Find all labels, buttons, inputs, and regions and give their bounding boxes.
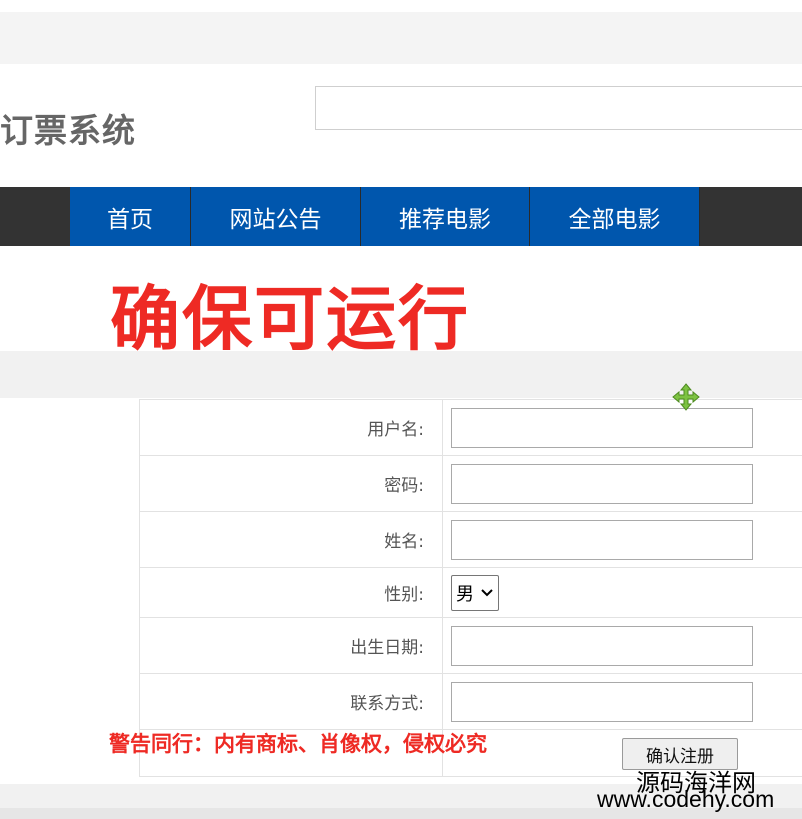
move-cursor-icon	[672, 383, 700, 411]
top-strip	[0, 12, 802, 64]
name-label: 姓名:	[139, 511, 443, 568]
nav-item-home[interactable]: 首页	[70, 187, 191, 246]
password-label: 密码:	[139, 455, 443, 512]
birthdate-label: 出生日期:	[139, 617, 443, 674]
password-input[interactable]	[451, 463, 753, 504]
nav-item-recommended-movies[interactable]: 推荐电影	[361, 187, 530, 246]
registration-form: 用户名: 密码: 姓名: 性别: 男 出生日期: 联系方式:	[139, 399, 802, 777]
nav-item-announcements[interactable]: 网站公告	[191, 187, 361, 246]
overlay-warning: 警告同行：内有商标、肖像权，侵权必究	[109, 732, 487, 756]
overlay-banner: 确保可运行	[110, 278, 470, 360]
site-title: 订票系统	[0, 111, 136, 150]
birthdate-input[interactable]	[451, 625, 753, 666]
nav-item-all-movies[interactable]: 全部电影	[530, 187, 700, 246]
gender-label: 性别:	[139, 567, 443, 618]
form-row-password: 密码:	[139, 455, 802, 512]
username-label: 用户名:	[139, 399, 443, 456]
form-row-name: 姓名:	[139, 511, 802, 568]
form-row-birthdate: 出生日期:	[139, 617, 802, 674]
username-input[interactable]	[451, 407, 753, 448]
form-row-gender: 性别: 男	[139, 567, 802, 618]
gender-selected-value: 男	[456, 583, 474, 605]
gender-select[interactable]: 男	[451, 574, 499, 611]
form-row-username: 用户名:	[139, 399, 802, 456]
chevron-down-icon	[481, 588, 493, 596]
name-input[interactable]	[451, 519, 753, 560]
header-search-box[interactable]	[315, 86, 802, 130]
nav-menu: 首页 网站公告 推荐电影 全部电影	[70, 187, 700, 246]
contact-label: 联系方式:	[139, 673, 443, 730]
watermark-site-url: www.codehy.com	[597, 786, 775, 812]
main-navbar: 首页 网站公告 推荐电影 全部电影	[0, 187, 802, 246]
gender-select-wrapper: 男	[451, 574, 499, 611]
form-row-contact: 联系方式:	[139, 673, 802, 730]
contact-input[interactable]	[451, 681, 753, 722]
